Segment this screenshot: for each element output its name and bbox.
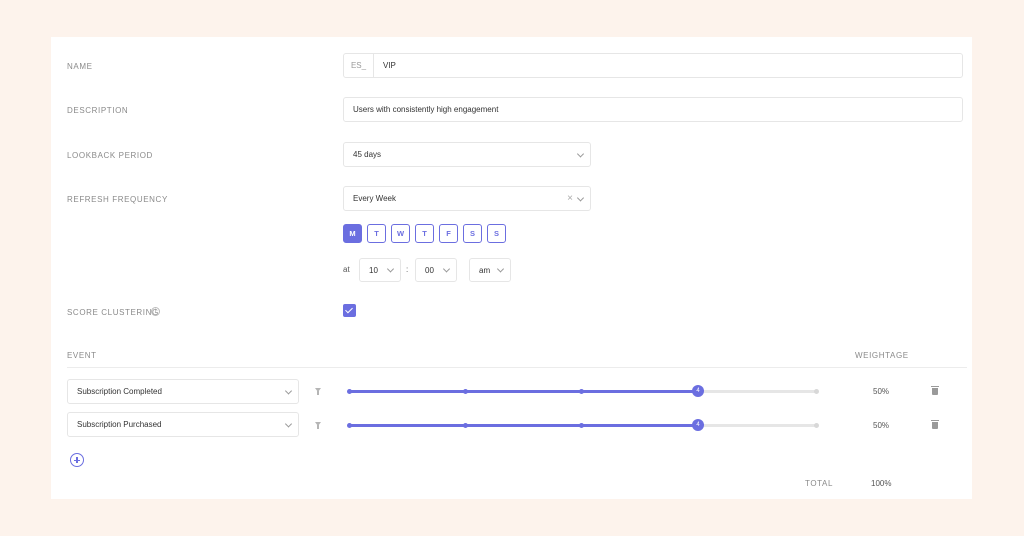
refresh-frequency-select[interactable]: Every Week ×: [343, 186, 591, 211]
weight-slider-fill: [348, 424, 698, 427]
day-saturday-button[interactable]: S: [463, 224, 482, 243]
chevron-down-icon: [284, 419, 293, 428]
name-input-value[interactable]: VIP: [374, 61, 396, 70]
time-separator: :: [406, 265, 409, 274]
name-label: NAME: [67, 62, 93, 71]
chevron-down-icon: [576, 193, 585, 202]
weight-slider-handle[interactable]: 4: [692, 419, 704, 431]
slider-step-dot: [814, 423, 819, 428]
day-tuesday-button[interactable]: T: [367, 224, 386, 243]
event-select-value: Subscription Purchased: [77, 420, 162, 429]
score-clustering-checkbox[interactable]: [343, 304, 356, 317]
weightage-header: WEIGHTAGE: [855, 351, 909, 360]
weightage-value: 50%: [873, 387, 890, 396]
info-icon[interactable]: i: [151, 307, 160, 316]
slider-step-dot: [814, 389, 819, 394]
description-input[interactable]: Users with consistently high engagement: [343, 97, 963, 122]
day-wednesday-button[interactable]: W: [391, 224, 410, 243]
weight-slider-fill: [348, 390, 698, 393]
score-clustering-label: SCORE CLUSTERING: [67, 308, 159, 317]
total-value: 100%: [871, 479, 892, 488]
refresh-frequency-value: Every Week: [353, 194, 396, 203]
hour-value: 10: [369, 265, 378, 275]
chevron-down-icon: [496, 265, 505, 273]
chevron-down-icon: [576, 149, 585, 158]
event-select[interactable]: Subscription Purchased: [67, 412, 299, 437]
at-label: at: [343, 265, 350, 274]
weightage-value: 50%: [873, 421, 890, 430]
day-monday-button[interactable]: M: [343, 224, 362, 243]
event-header: EVENT: [67, 351, 97, 360]
segment-form-card: NAME ES_ VIP DESCRIPTION Users with cons…: [51, 37, 972, 499]
chevron-down-icon: [442, 265, 451, 273]
slider-step-dot: [463, 389, 468, 394]
description-label: DESCRIPTION: [67, 106, 129, 115]
trash-icon[interactable]: [931, 420, 939, 429]
trash-icon[interactable]: [931, 386, 939, 395]
filter-icon[interactable]: [315, 422, 321, 429]
chevron-down-icon: [386, 265, 395, 273]
header-divider: [67, 367, 967, 368]
slider-step-dot: [347, 423, 352, 428]
chevron-down-icon: [284, 386, 293, 395]
day-thursday-button[interactable]: T: [415, 224, 434, 243]
day-sunday-button[interactable]: S: [487, 224, 506, 243]
lookback-period-select[interactable]: 45 days: [343, 142, 591, 167]
event-select-value: Subscription Completed: [77, 387, 162, 396]
minute-select[interactable]: 00: [415, 258, 457, 282]
event-select[interactable]: Subscription Completed: [67, 379, 299, 404]
add-event-button[interactable]: [70, 453, 84, 467]
name-field[interactable]: ES_ VIP: [343, 53, 963, 78]
clear-icon[interactable]: ×: [567, 193, 573, 204]
check-icon: [345, 305, 353, 314]
lookback-period-label: LOOKBACK PERIOD: [67, 151, 153, 160]
ampm-value: am: [479, 265, 491, 275]
slider-step-dot: [579, 389, 584, 394]
total-label: TOTAL: [805, 479, 834, 488]
slider-step-dot: [347, 389, 352, 394]
filter-icon[interactable]: [315, 388, 321, 395]
hour-select[interactable]: 10: [359, 258, 401, 282]
ampm-select[interactable]: am: [469, 258, 511, 282]
lookback-period-value: 45 days: [353, 150, 382, 159]
refresh-frequency-label: REFRESH FREQUENCY: [67, 195, 168, 204]
slider-step-dot: [579, 423, 584, 428]
name-prefix: ES_: [344, 54, 374, 77]
minute-value: 00: [425, 265, 434, 275]
description-value: Users with consistently high engagement: [353, 105, 499, 114]
slider-step-dot: [463, 423, 468, 428]
day-friday-button[interactable]: F: [439, 224, 458, 243]
weight-slider-handle[interactable]: 4: [692, 385, 704, 397]
